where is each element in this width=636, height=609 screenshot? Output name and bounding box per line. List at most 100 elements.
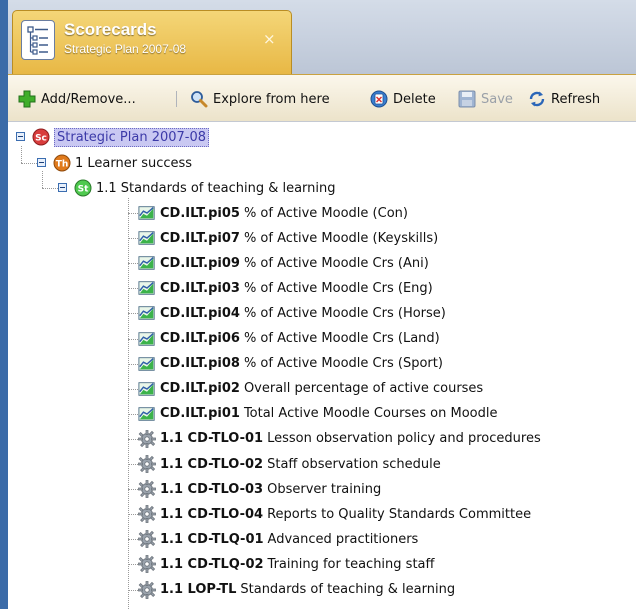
tree-node-action[interactable]: 1.1 CD-TLO-01 Lesson observation policy a… xyxy=(138,428,541,450)
tree-node-action[interactable]: 1.1 LOP-TL Standards of teaching & learni… xyxy=(138,579,455,601)
refresh-label: Refresh xyxy=(551,91,601,107)
tree-node-indicator[interactable]: CD.ILT.pi01 Total Active Moodle Courses o… xyxy=(138,403,498,425)
item-code: CD.ILT.pi08 xyxy=(160,356,240,372)
item-code: CD.ILT.pi04 xyxy=(160,305,240,321)
tree-node-theme[interactable]: Th 1 Learner success xyxy=(53,152,192,174)
gear-icon xyxy=(138,530,156,549)
tree-node-action[interactable]: 1.1 CD-TLQ-02 Training for teaching staff xyxy=(138,553,434,575)
save-button[interactable]: Save xyxy=(458,88,513,110)
tree-toggle-root[interactable] xyxy=(16,132,25,141)
item-label: Observer training xyxy=(267,481,382,497)
item-label: Advanced practitioners xyxy=(267,531,419,547)
tree-connector xyxy=(128,198,129,609)
item-code: 1.1 LOP-TL xyxy=(160,582,237,597)
scorecard-document-icon xyxy=(21,20,55,60)
root-badge-text: Sc xyxy=(35,134,47,144)
item-label: % of Active Moodle Crs (Eng) xyxy=(243,280,433,296)
tree-connector xyxy=(128,589,138,591)
tree-node-indicator[interactable]: CD.ILT.pi09% of Active Moodle Crs (Ani) xyxy=(138,252,429,274)
add-remove-button[interactable]: Add/Remove... xyxy=(18,88,136,110)
add-remove-label: Add/Remove... xyxy=(41,91,136,107)
tree-node-indicator[interactable]: CD.ILT.pi07% of Active Moodle (Keyskills… xyxy=(138,227,438,249)
tree-node-indicator[interactable]: CD.ILT.pi02 Overall percentage of active … xyxy=(138,378,483,400)
tree-connector xyxy=(128,489,138,491)
scorecard-badge-icon: Sc xyxy=(32,128,50,146)
gear-icon xyxy=(138,455,156,473)
item-code: CD.ILT.pi01 xyxy=(160,406,240,422)
item-code: 1.1 CD-TLO-01 xyxy=(160,431,264,447)
tree-connector xyxy=(128,388,138,390)
refresh-button[interactable]: Refresh xyxy=(528,88,600,110)
tab-close-icon[interactable]: × xyxy=(263,30,276,48)
scorecard-tree: Sc Strategic Plan 2007-08 Th 1 Learner s… xyxy=(8,122,636,609)
root-node-label: Strategic Plan 2007-08 xyxy=(54,127,210,147)
tree-node-indicator[interactable]: CD.ILT.pi08% of Active Moodle Crs (Sport… xyxy=(138,353,443,375)
tree-node-action[interactable]: 1.1 CD-TLO-04 Reports to Quality Standard… xyxy=(138,503,531,525)
tree-toggle-standard[interactable] xyxy=(58,183,67,192)
item-label: % of Active Moodle (Con) xyxy=(243,205,408,221)
item-code: 1.1 CD-TLQ-02 xyxy=(160,556,264,572)
standard-node-label: 1.1 Standards of teaching & learning xyxy=(96,180,336,196)
item-label: Reports to Quality Standards Committee xyxy=(267,506,532,522)
tree-node-root[interactable]: Sc Strategic Plan 2007-08 xyxy=(32,126,210,148)
tab-strip: Scorecards Strategic Plan 2007-08 × xyxy=(8,0,636,74)
performance-chart-icon xyxy=(138,206,155,220)
tree-connector xyxy=(21,146,22,163)
item-label: % of Active Moodle (Keyskills) xyxy=(243,230,439,246)
tree-connector xyxy=(128,464,138,465)
tree-connector xyxy=(128,313,138,315)
theme-badge-text: Th xyxy=(56,160,69,170)
item-code: CD.ILT.pi02 xyxy=(160,381,240,397)
delete-icon xyxy=(370,90,388,108)
tree-node-indicator[interactable]: CD.ILT.pi04% of Active Moodle Crs (Horse… xyxy=(138,302,446,324)
item-code: CD.ILT.pi03 xyxy=(160,280,240,296)
window-left-edge xyxy=(0,0,8,609)
tree-connector xyxy=(42,188,58,189)
gear-icon xyxy=(138,580,156,599)
tree-connector xyxy=(128,213,138,214)
item-label: % of Active Moodle Crs (Ani) xyxy=(243,255,429,271)
performance-chart-icon xyxy=(138,407,155,421)
toolbar-separator xyxy=(176,91,177,107)
tree-node-action[interactable]: 1.1 CD-TLO-02 Staff observation schedule xyxy=(138,453,441,475)
tree-node-indicator[interactable]: CD.ILT.pi03% of Active Moodle Crs (Eng) xyxy=(138,277,433,299)
item-label: Standards of teaching & learning xyxy=(240,582,456,597)
item-label: Training for teaching staff xyxy=(267,556,435,572)
tab-title: Scorecards xyxy=(64,20,157,39)
explore-button[interactable]: Explore from here xyxy=(190,88,330,110)
tree-node-indicator[interactable]: CD.ILT.pi05% of Active Moodle (Con) xyxy=(138,202,408,224)
item-label: % of Active Moodle Crs (Land) xyxy=(243,331,440,346)
item-code: 1.1 CD-TLO-03 xyxy=(160,481,264,497)
performance-chart-icon xyxy=(138,306,155,321)
tree-connector xyxy=(21,163,37,164)
theme-badge-icon: Th xyxy=(53,154,71,172)
standard-badge-icon: St xyxy=(74,179,92,197)
gear-icon xyxy=(138,480,156,498)
tree-connector xyxy=(128,438,138,440)
tree-connector xyxy=(128,514,138,516)
item-code: 1.1 CD-TLO-02 xyxy=(160,456,264,472)
tree-node-action[interactable]: 1.1 CD-TLO-03 Observer training xyxy=(138,478,381,500)
item-label: % of Active Moodle Crs (Sport) xyxy=(243,356,443,372)
delete-label: Delete xyxy=(393,91,436,107)
item-code: CD.ILT.pi09 xyxy=(160,255,240,271)
gear-icon xyxy=(138,555,156,574)
item-label: Lesson observation policy and procedures xyxy=(267,431,541,447)
refresh-arrows-icon xyxy=(528,90,546,108)
tree-connector xyxy=(128,238,138,240)
tree-connector xyxy=(128,288,138,290)
tree-connector xyxy=(42,171,43,188)
tree-toggle-theme[interactable] xyxy=(37,158,46,167)
gear-icon xyxy=(138,429,156,448)
theme-node-label: 1 Learner success xyxy=(75,155,193,171)
tree-node-action[interactable]: 1.1 CD-TLQ-01 Advanced practitioners xyxy=(138,528,418,550)
green-plus-icon xyxy=(18,90,36,108)
tree-connector xyxy=(128,564,138,566)
tab-scorecards[interactable]: Scorecards Strategic Plan 2007-08 × xyxy=(12,10,292,74)
tree-node-standard[interactable]: St 1.1 Standards of teaching & learning xyxy=(74,177,336,199)
delete-button[interactable]: Delete xyxy=(370,88,436,110)
scorecards-window: Scorecards Strategic Plan 2007-08 × Add/… xyxy=(0,0,636,609)
tree-node-indicator[interactable]: CD.ILT.pi06% of Active Moodle Crs (Land) xyxy=(138,328,440,350)
toolbar: Add/Remove... Explore from here Delete S… xyxy=(8,74,636,122)
tree-connector xyxy=(128,338,138,340)
